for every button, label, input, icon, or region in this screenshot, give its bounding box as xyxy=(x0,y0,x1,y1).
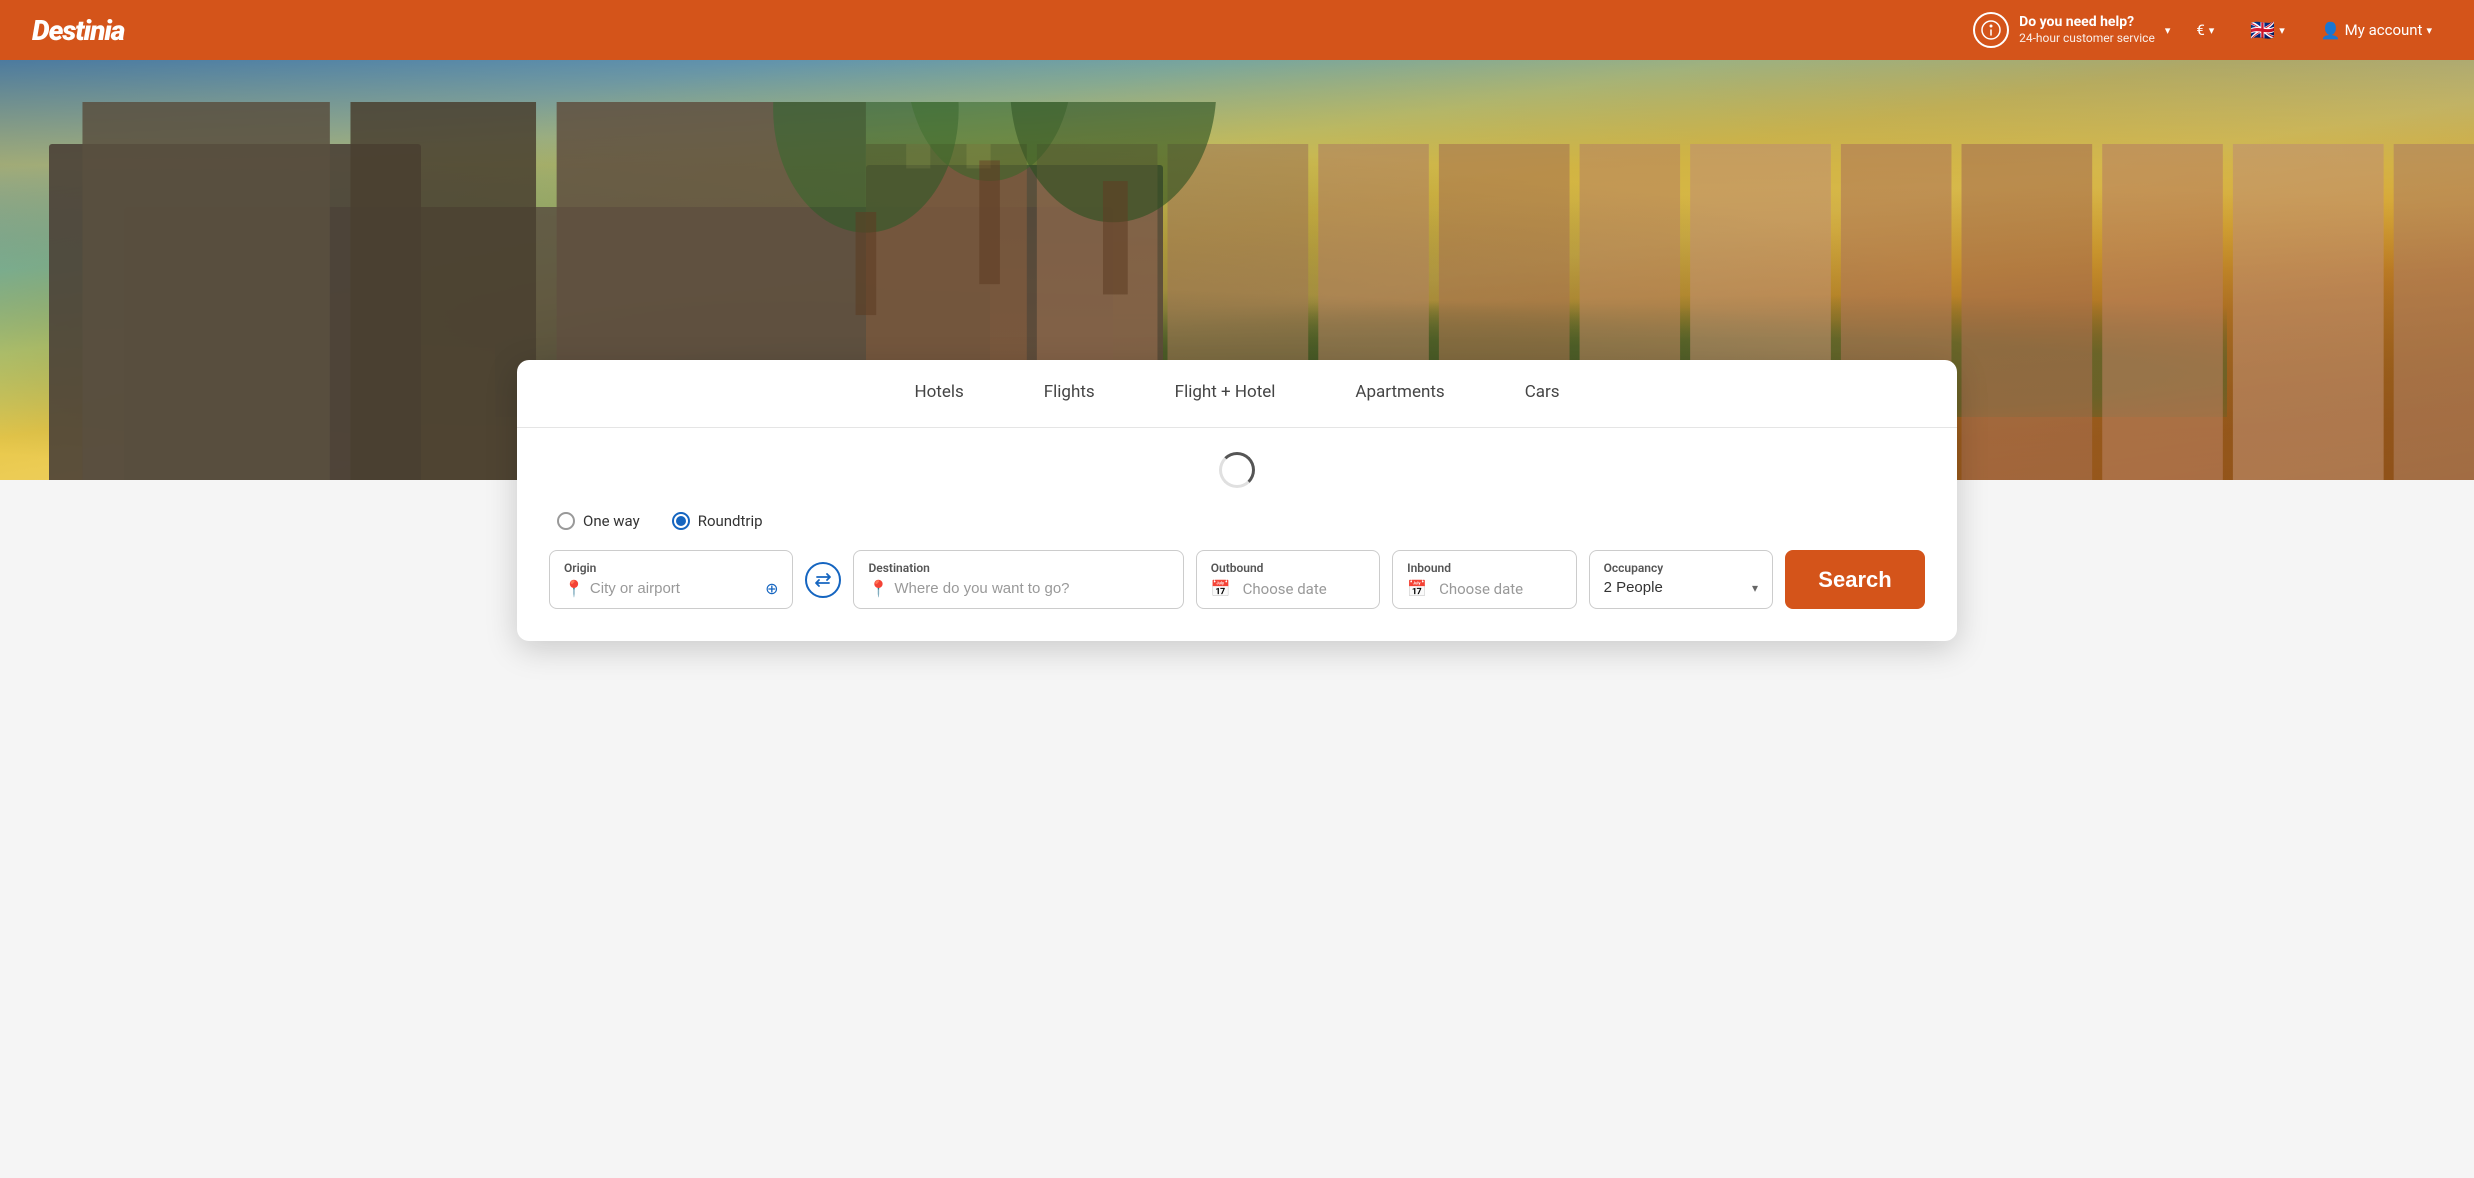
search-fields-row: Origin 📍 ⊕ Destination 📍 xyxy=(517,550,1957,609)
language-dropdown[interactable]: 🇬🇧 ▾ xyxy=(2240,12,2294,48)
navigation-tabs: Hotels Flights Flight + Hotel Apartments… xyxy=(517,360,1957,428)
main-header: Destinia Do you need help? 24-hour custo… xyxy=(0,0,2474,60)
tab-flight-hotel[interactable]: Flight + Hotel xyxy=(1135,360,1316,427)
tab-cars[interactable]: Cars xyxy=(1485,360,1600,427)
help-button[interactable]: Do you need help? 24-hour customer servi… xyxy=(1973,12,2170,48)
origin-field: Origin 📍 ⊕ xyxy=(549,550,793,609)
destination-input-row: 📍 xyxy=(868,579,1168,598)
tab-flights[interactable]: Flights xyxy=(1004,360,1135,427)
roundtrip-radio[interactable] xyxy=(672,512,690,530)
loading-spinner xyxy=(1219,452,1255,488)
destination-location-icon: 📍 xyxy=(868,579,888,598)
inbound-label: Inbound xyxy=(1407,561,1561,575)
search-box: Hotels Flights Flight + Hotel Apartments… xyxy=(517,360,1957,641)
outbound-field[interactable]: Outbound 📅 Choose date xyxy=(1196,550,1380,609)
account-chevron-icon: ▾ xyxy=(2426,24,2432,37)
destination-input[interactable] xyxy=(894,580,1168,597)
occupancy-chevron-icon: ▾ xyxy=(1752,581,1758,595)
logo[interactable]: Destinia xyxy=(32,14,124,47)
destination-field: Destination 📍 xyxy=(853,550,1183,609)
inbound-input-row: 📅 Choose date xyxy=(1407,579,1561,598)
inbound-calendar-icon: 📅 xyxy=(1407,579,1427,598)
origin-label: Origin xyxy=(564,561,778,575)
occupancy-input-row: 1 Person 2 People 3 People 4 People 5 Pe… xyxy=(1604,579,1758,596)
swap-button[interactable] xyxy=(805,562,841,598)
occupancy-select[interactable]: 1 Person 2 People 3 People 4 People 5 Pe… xyxy=(1604,579,1742,596)
header-right: Do you need help? 24-hour customer servi… xyxy=(1973,12,2442,48)
one-way-option[interactable]: One way xyxy=(557,512,640,530)
my-account-button[interactable]: 👤 My account ▾ xyxy=(2311,15,2442,46)
currency-dropdown[interactable]: € ▾ xyxy=(2186,15,2224,45)
help-text: Do you need help? 24-hour customer servi… xyxy=(2019,14,2155,45)
occupancy-field: Occupancy 1 Person 2 People 3 People 4 P… xyxy=(1589,550,1773,609)
my-account-label: My account xyxy=(2345,21,2423,39)
gps-icon[interactable]: ⊕ xyxy=(765,579,778,598)
origin-input-row: 📍 ⊕ xyxy=(564,579,778,598)
destination-label: Destination xyxy=(868,561,1168,575)
outbound-input-row: 📅 Choose date xyxy=(1211,579,1365,598)
loading-area xyxy=(517,428,1957,496)
search-button[interactable]: Search xyxy=(1785,550,1925,609)
origin-input[interactable] xyxy=(590,580,759,597)
roundtrip-option[interactable]: Roundtrip xyxy=(672,512,763,530)
one-way-radio[interactable] xyxy=(557,512,575,530)
flag-icon: 🇬🇧 xyxy=(2250,18,2275,42)
currency-label: € xyxy=(2196,21,2204,39)
currency-chevron-icon: ▾ xyxy=(2209,24,2215,37)
inbound-date-value[interactable]: Choose date xyxy=(1439,580,1562,598)
help-chevron-icon: ▾ xyxy=(2165,24,2171,37)
language-chevron-icon: ▾ xyxy=(2279,24,2285,37)
tab-hotels[interactable]: Hotels xyxy=(874,360,1003,427)
occupancy-label: Occupancy xyxy=(1604,561,1758,575)
trip-type-group: One way Roundtrip xyxy=(517,496,1957,550)
search-container: Hotels Flights Flight + Hotel Apartments… xyxy=(497,360,1977,641)
person-icon: 👤 xyxy=(2321,21,2341,40)
inbound-field[interactable]: Inbound 📅 Choose date xyxy=(1392,550,1576,609)
outbound-calendar-icon: 📅 xyxy=(1211,579,1231,598)
tab-apartments[interactable]: Apartments xyxy=(1315,360,1484,427)
outbound-label: Outbound xyxy=(1211,561,1365,575)
outbound-date-value[interactable]: Choose date xyxy=(1243,580,1366,598)
help-icon xyxy=(1973,12,2009,48)
location-icon: 📍 xyxy=(564,579,584,598)
